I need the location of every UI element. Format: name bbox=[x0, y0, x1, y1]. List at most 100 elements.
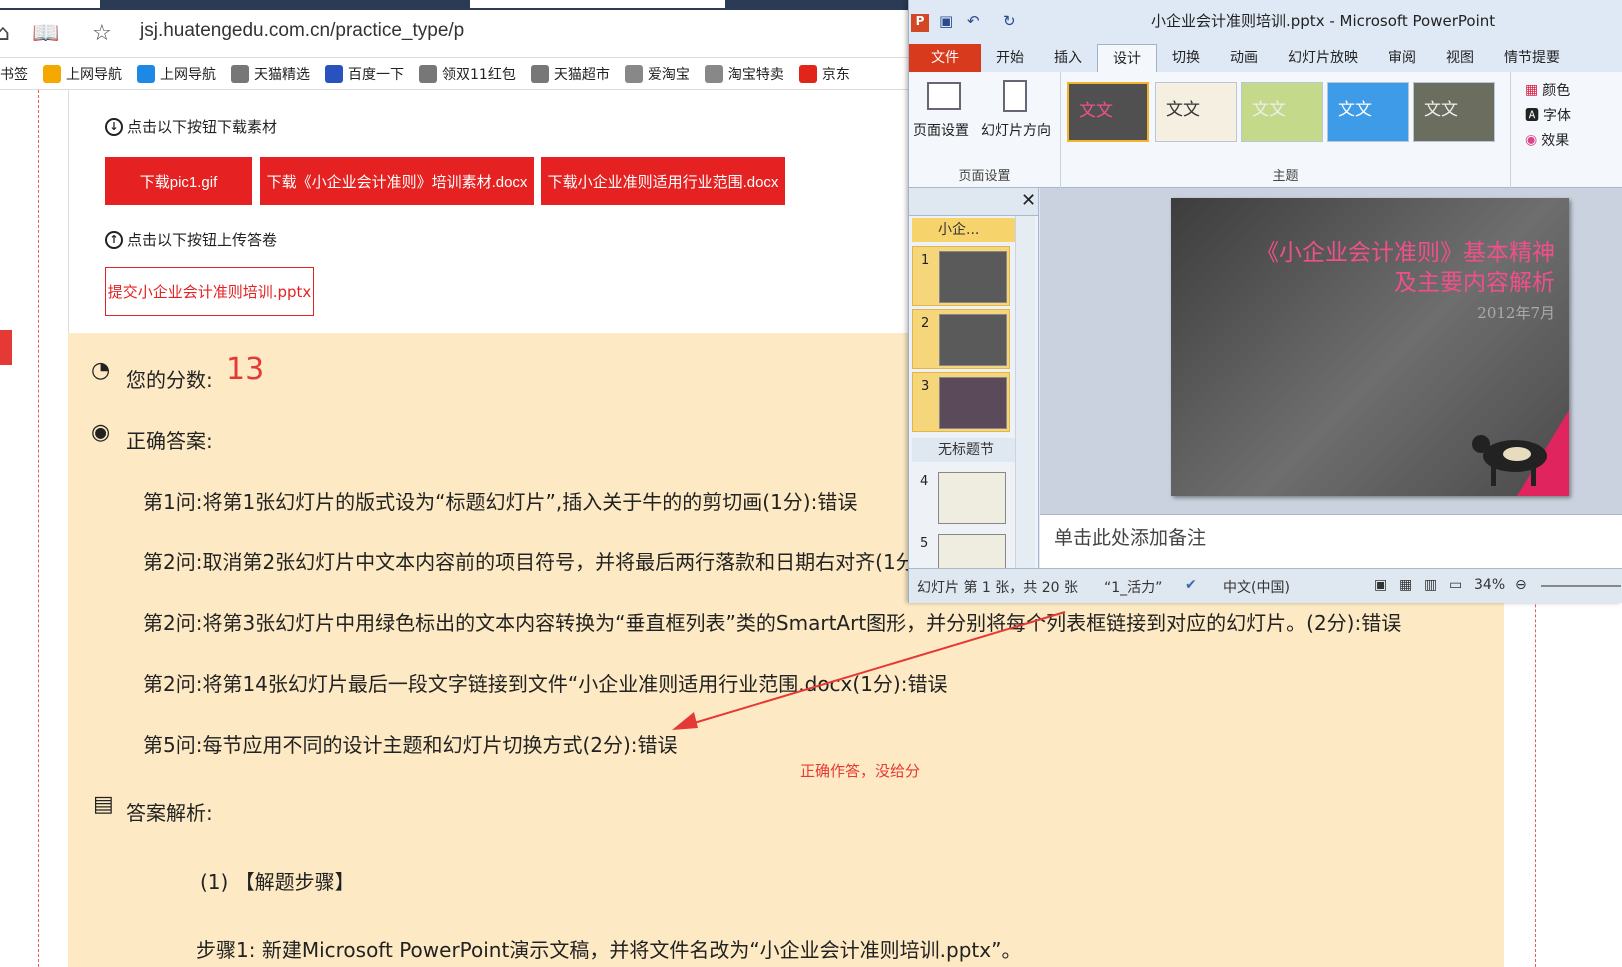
close-icon[interactable]: ✕ bbox=[1021, 190, 1036, 211]
zoom-out-icon[interactable]: ⊖ bbox=[1515, 577, 1527, 593]
zoom-level[interactable]: 34% bbox=[1474, 577, 1505, 593]
theme-thumb[interactable]: 文文 bbox=[1155, 82, 1237, 142]
panel-scrollbar[interactable] bbox=[1015, 216, 1035, 568]
bookmark-label: 领双11红包 bbox=[442, 66, 516, 83]
slide-orientation-button[interactable]: 幻灯片方向 bbox=[981, 120, 1051, 140]
bookmark-item[interactable]: 上网导航 bbox=[43, 64, 122, 84]
theme-thumb[interactable]: 文文 bbox=[1067, 82, 1149, 142]
annotation-arrow bbox=[672, 611, 1066, 730]
score-value: 13 bbox=[226, 352, 265, 387]
screen: { "browser": { "url": "jsj.huatengedu.co… bbox=[0, 0, 1622, 967]
ribbon: 页面设置 幻灯片方向 页面设置 文文 文文 文文 文文 文文 主题 ▦ 颜色 🅰 字… bbox=[909, 72, 1622, 188]
theme-thumb[interactable]: 文文 bbox=[1241, 82, 1323, 142]
tmall-icon bbox=[530, 64, 549, 83]
tab-home[interactable]: 开始 bbox=[981, 44, 1039, 72]
slide-thumb[interactable]: 2 bbox=[912, 309, 1010, 369]
tab-design[interactable]: 设计 bbox=[1097, 44, 1157, 72]
slides-panel: ✕ 小企... 1 2 3 无标题节 4 5 bbox=[909, 188, 1039, 568]
save-icon[interactable]: ▣ bbox=[939, 12, 953, 30]
ppt-window-title: 小企业会计准则培训.pptx - Microsoft PowerPoint bbox=[1151, 12, 1496, 30]
status-language[interactable]: 中文(中国) bbox=[1223, 577, 1290, 597]
tab-view[interactable]: 视图 bbox=[1431, 44, 1489, 72]
ppt-logo-icon: P bbox=[911, 14, 929, 32]
effects-button[interactable]: ◉ 效果 bbox=[1525, 130, 1569, 150]
tab-transitions[interactable]: 切换 bbox=[1157, 44, 1215, 72]
score-label: 您的分数: bbox=[126, 368, 213, 392]
upload-label-text: 点击以下按钮上传答卷 bbox=[127, 231, 278, 249]
zoom-slider[interactable] bbox=[1541, 585, 1621, 587]
slideshow-view-icon[interactable]: ▭ bbox=[1449, 577, 1462, 593]
answer-line: 第2问:取消第2张幻灯片中文本内容前的项目符号，并将最后两行落款和日期右对齐(1… bbox=[143, 550, 916, 574]
tab-review[interactable]: 审阅 bbox=[1373, 44, 1431, 72]
download-training-doc-button[interactable]: 下载《小企业会计准则》培训素材.docx bbox=[260, 157, 534, 205]
bookmark-label: 爱淘宝 bbox=[647, 66, 690, 83]
browser-tab[interactable] bbox=[0, 0, 100, 8]
slide-orientation-icon[interactable] bbox=[1003, 80, 1027, 112]
slide-thumb[interactable]: 5 bbox=[912, 530, 1010, 568]
theme-thumb[interactable]: 文文 bbox=[1413, 82, 1495, 142]
reading-view-icon[interactable]: ▥ bbox=[1424, 577, 1437, 593]
cow-clipart[interactable] bbox=[1457, 410, 1569, 496]
gauge-icon: ◔ bbox=[91, 358, 111, 383]
tab-animations[interactable]: 动画 bbox=[1215, 44, 1273, 72]
tab-slideshow[interactable]: 幻灯片放映 bbox=[1273, 44, 1373, 72]
spellcheck-icon[interactable]: ✔ bbox=[1185, 577, 1197, 593]
page-setup-button[interactable]: 页面设置 bbox=[913, 120, 969, 140]
bookmark-item[interactable]: 天猫超市 bbox=[530, 64, 610, 84]
bookmark-item[interactable]: 天猫精选 bbox=[231, 64, 310, 84]
star-icon[interactable]: ☆ bbox=[92, 21, 112, 46]
nav-plus-icon bbox=[43, 64, 61, 83]
download-pic-button[interactable]: 下载pic1.gif bbox=[105, 157, 252, 205]
slide-thumb[interactable]: 3 bbox=[912, 372, 1010, 432]
slide-title-line: 《小企业会计准则》基本精神 bbox=[1256, 240, 1555, 266]
step-heading: (1) 【解题步骤】 bbox=[200, 870, 355, 894]
redo-icon[interactable]: ↻ bbox=[1003, 12, 1016, 30]
bookmark-item[interactable]: 爱淘宝 bbox=[624, 64, 690, 84]
globe-icon bbox=[624, 64, 643, 83]
slide-thumb[interactable]: 4 bbox=[912, 468, 1010, 528]
tab-insert[interactable]: 插入 bbox=[1039, 44, 1097, 72]
upload-label: ↑ 点击以下按钮上传答卷 bbox=[105, 229, 277, 250]
bookmark-label: 百度一下 bbox=[348, 66, 404, 83]
colors-button[interactable]: ▦ 颜色 bbox=[1525, 80, 1570, 100]
sorter-view-icon[interactable]: ▦ bbox=[1399, 577, 1412, 593]
page-setup-group: 页面设置 幻灯片方向 页面设置 bbox=[909, 72, 1061, 188]
slide-canvas[interactable]: 《小企业会计准则》基本精神 及主要内容解析 2012年7月 bbox=[1171, 198, 1569, 496]
section-header[interactable]: 无标题节 bbox=[912, 438, 1016, 462]
reader-icon[interactable]: 📖 bbox=[32, 21, 59, 46]
url-field[interactable]: jsj.huatengedu.com.cn/practice_type/p bbox=[140, 20, 464, 42]
normal-view-icon[interactable]: ▣ bbox=[1374, 577, 1387, 593]
tab-storyboard[interactable]: 情节提要 bbox=[1489, 44, 1575, 72]
tab-file[interactable]: 文件 bbox=[909, 44, 981, 72]
slide-title[interactable]: 《小企业会计准则》基本精神 及主要内容解析 bbox=[1256, 238, 1555, 298]
font-icon: 🅰 bbox=[1525, 108, 1539, 124]
bookmark-item[interactable]: 淘宝特卖 bbox=[704, 64, 784, 84]
jd-icon bbox=[798, 64, 817, 83]
section-header[interactable]: 小企... bbox=[912, 218, 1016, 242]
list-icon: ▤ bbox=[93, 792, 114, 817]
slide-thumb[interactable]: 1 bbox=[912, 246, 1010, 306]
bookmark-item[interactable]: 领双11红包 bbox=[419, 64, 516, 84]
powerpoint-window: P ▣ ↶ ↻ 小企业会计准则培训.pptx - Microsoft Power… bbox=[908, 0, 1622, 603]
tmall-icon bbox=[231, 64, 249, 83]
notes-placeholder: 单击此处添加备注 bbox=[1054, 527, 1207, 549]
theme-thumb[interactable]: 文文 bbox=[1327, 82, 1409, 142]
notes-pane[interactable]: 单击此处添加备注 bbox=[1040, 514, 1622, 568]
bookmark-item[interactable]: 上网导航 bbox=[137, 64, 216, 84]
group-label: 主题 bbox=[1272, 169, 1299, 184]
bookmark-item[interactable]: 京东 bbox=[798, 64, 850, 84]
undo-icon[interactable]: ↶ bbox=[967, 12, 980, 30]
submit-pptx-button[interactable]: 提交小企业会计准则培训.pptx bbox=[105, 267, 314, 316]
page-setup-icon[interactable] bbox=[927, 82, 961, 110]
slide-date[interactable]: 2012年7月 bbox=[1477, 302, 1555, 323]
bookmark-item[interactable]: 百度一下 bbox=[325, 64, 404, 84]
browser-tab-active[interactable] bbox=[470, 0, 725, 8]
download-scope-doc-button[interactable]: 下载小企业准则适用行业范围.docx bbox=[541, 157, 785, 205]
home-icon[interactable]: ⌂ bbox=[0, 21, 10, 46]
fonts-button[interactable]: 🅰 字体 bbox=[1525, 105, 1571, 125]
answer-line: 第1问:将第1张幻灯片的版式设为“标题幻灯片”,插入关于牛的的剪切画(1分):错… bbox=[143, 490, 858, 514]
bookmarks-bar: 书签 上网导航 上网导航 天猫精选 百度一下 领双11红包 天猫超市 爱淘宝 淘宝特卖 京东 bbox=[0, 58, 910, 90]
bookmark-label: 书签 bbox=[0, 66, 28, 83]
bookmark-label: 天猫超市 bbox=[553, 66, 610, 83]
bookmark-item[interactable]: 书签 bbox=[0, 64, 28, 84]
